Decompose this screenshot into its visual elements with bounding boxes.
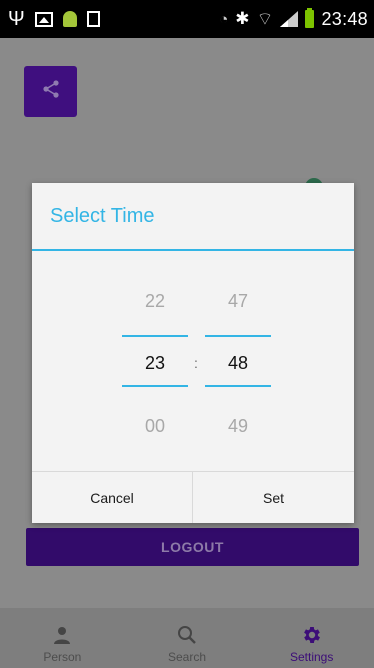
hour-next[interactable]: 00 xyxy=(122,416,188,437)
wifi-icon: ⌔ xyxy=(256,8,274,29)
bluetooth-icon: ✱ xyxy=(235,9,250,28)
clock: 23:48 xyxy=(321,8,368,29)
nav-item-person[interactable]: Person xyxy=(0,608,125,668)
set-button[interactable]: Set xyxy=(193,472,354,523)
document-icon xyxy=(86,11,100,27)
hour-current[interactable]: 23 xyxy=(122,353,188,374)
signal-icon xyxy=(280,11,299,27)
usb-icon: Ψ xyxy=(8,8,25,30)
minute-divider-top xyxy=(205,335,271,337)
minute-divider-bottom xyxy=(205,385,271,387)
hour-divider-top xyxy=(122,335,188,337)
person-icon xyxy=(52,623,72,647)
bottom-nav: Person Search Settings xyxy=(0,608,374,668)
image-icon xyxy=(34,11,53,27)
dialog-title: Select Time xyxy=(50,205,155,227)
nav-label-search: Search xyxy=(167,650,207,664)
battery-icon xyxy=(305,8,315,28)
share-icon xyxy=(41,79,61,104)
hour-prev[interactable]: 22 xyxy=(122,291,188,312)
nav-label-person: Person xyxy=(43,650,82,664)
eye-icon: ◔ xyxy=(219,10,229,28)
minute-prev[interactable]: 47 xyxy=(205,291,271,312)
minute-current[interactable]: 48 xyxy=(205,353,271,374)
nav-label-settings: Settings xyxy=(290,650,334,664)
minute-next[interactable]: 49 xyxy=(205,416,271,437)
logout-button[interactable]: LOGOUT xyxy=(26,528,359,566)
status-bar: Ψ ◔ ✱ ⌔ 23:48 xyxy=(0,0,374,38)
time-picker-dialog: Select Time 22 23 00 : 47 48 49 Cancel S… xyxy=(32,183,354,523)
nav-item-search[interactable]: Search xyxy=(125,608,250,668)
status-right-icons: ◔ ✱ ⌔ 23:48 xyxy=(219,8,368,31)
nav-item-settings[interactable]: Settings xyxy=(249,608,374,668)
android-icon xyxy=(62,11,77,27)
title-divider xyxy=(32,249,354,251)
cancel-button[interactable]: Cancel xyxy=(32,472,192,523)
gear-icon xyxy=(301,623,323,647)
time-separator: : xyxy=(194,355,198,371)
hour-divider-bottom xyxy=(122,385,188,387)
share-button[interactable] xyxy=(24,66,77,117)
status-left-icons: Ψ xyxy=(8,9,100,29)
search-icon xyxy=(177,623,197,647)
